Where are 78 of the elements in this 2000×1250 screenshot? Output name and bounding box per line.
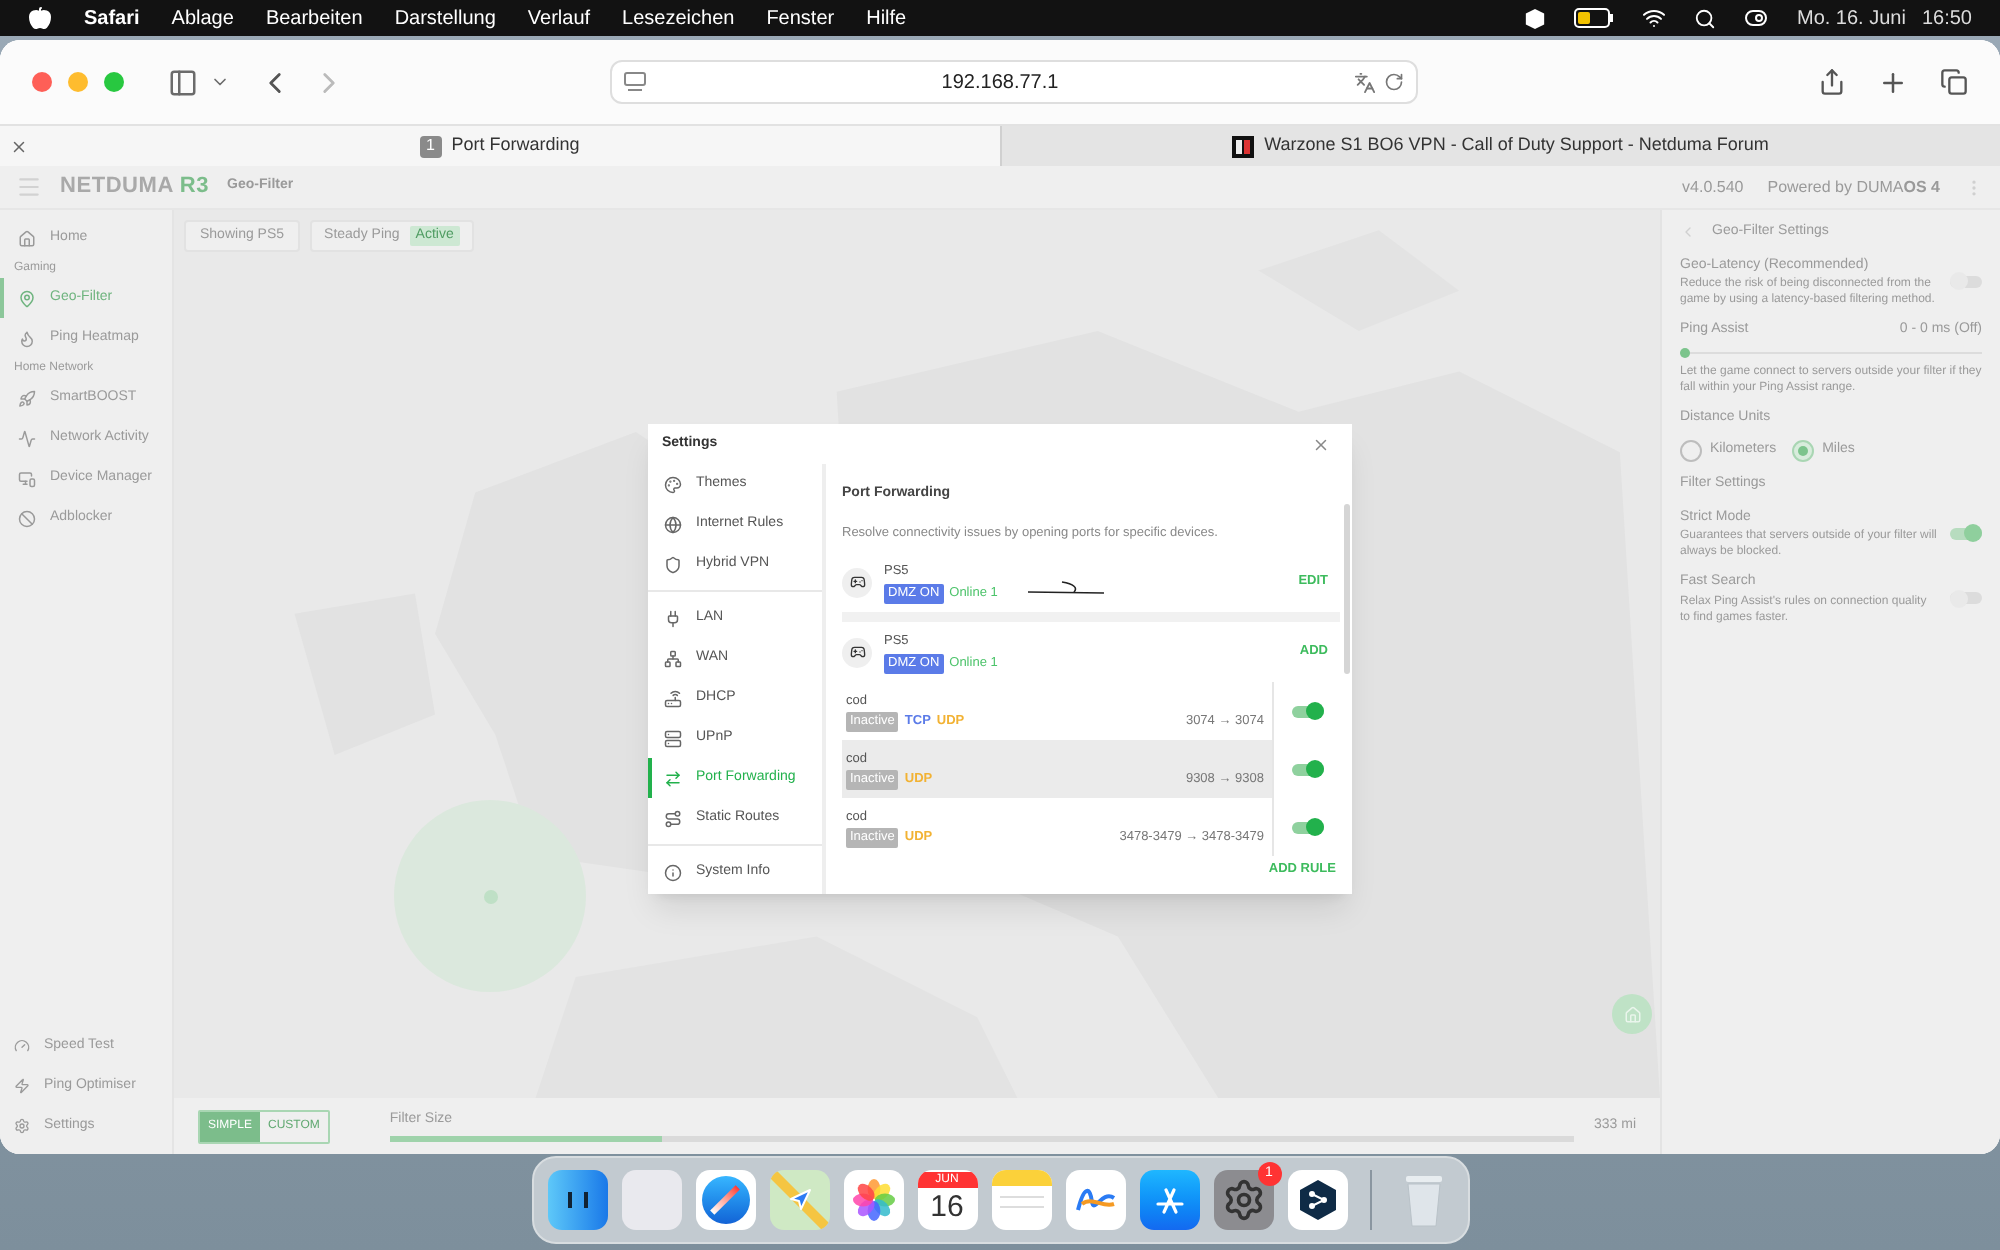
browser-tab[interactable]: 1 Port Forwarding	[0, 126, 999, 166]
deepl-icon[interactable]	[1287, 1170, 1347, 1230]
tab-title: Port Forwarding	[451, 132, 580, 159]
minimize-window-button[interactable]	[68, 72, 88, 92]
radio-button[interactable]	[1680, 440, 1702, 462]
menu-time[interactable]: 16:50	[1921, 3, 1972, 33]
plug-icon	[664, 609, 682, 627]
rocket-icon	[18, 389, 36, 407]
close-window-button[interactable]	[32, 72, 52, 92]
flame-icon	[18, 329, 36, 347]
radio-button[interactable]	[1792, 440, 1815, 462]
control-center-icon[interactable]	[1744, 6, 1769, 30]
address-text: 192.168.77.1	[939, 69, 1061, 97]
browser-tab[interactable]: Warzone S1 BO6 VPN - Call of Duty Support - Netduma Forum	[999, 126, 2000, 166]
translate-icon[interactable]	[1354, 71, 1376, 93]
app-store-icon[interactable]	[1139, 1170, 1199, 1230]
network-icon	[664, 649, 682, 667]
version-text: v4.0.540	[1682, 175, 1744, 199]
menu-item[interactable]: Ablage	[171, 3, 234, 33]
apple-icon[interactable]	[28, 6, 52, 30]
notes-icon[interactable]	[991, 1170, 1051, 1230]
new-tab-icon[interactable]	[1878, 67, 1908, 97]
toggle-switch[interactable]	[1291, 705, 1323, 718]
menu-item[interactable]: Bearbeiten	[265, 3, 363, 33]
address-field[interactable]: 192.168.77.1	[610, 60, 1418, 104]
cube-icon[interactable]	[1524, 7, 1547, 29]
zoom-window-button[interactable]	[104, 72, 124, 92]
safari-icon[interactable]	[695, 1170, 755, 1230]
arrows-icon	[664, 769, 682, 787]
powered-by-text: Powered by DUMAOS 4	[1767, 175, 1940, 199]
menu-item[interactable]: Lesezeichen	[622, 3, 735, 33]
menu-item[interactable]: Fenster	[766, 3, 835, 33]
gamepad-icon	[849, 574, 865, 591]
dock-separator	[1369, 1170, 1371, 1230]
toggle-switch[interactable]	[1291, 763, 1323, 776]
info-icon	[664, 863, 682, 881]
map-pin-icon	[18, 289, 36, 307]
photos-icon[interactable]	[843, 1170, 903, 1230]
menu-item[interactable]: Darstellung	[394, 3, 496, 33]
palette-icon	[664, 475, 682, 493]
close-tab-icon[interactable]	[10, 137, 28, 155]
finder-icon[interactable]	[547, 1170, 607, 1230]
toggle-switch[interactable]	[1950, 527, 1982, 540]
menu-item[interactable]: Hilfe	[866, 3, 907, 33]
bolt-icon	[14, 1078, 30, 1094]
ping-assist-slider[interactable]	[1680, 347, 1982, 357]
tab-favicon: 1	[419, 135, 442, 157]
route-icon	[664, 809, 682, 827]
gauge-icon	[14, 1038, 30, 1054]
app-logo: NETDUMA R3	[60, 172, 210, 203]
freeform-icon[interactable]	[1065, 1170, 1125, 1230]
server-icon	[664, 729, 682, 747]
favicon-icon	[1232, 135, 1255, 157]
scrollbar[interactable]	[1344, 504, 1350, 674]
toggle-switch[interactable]	[1291, 821, 1323, 834]
home-icon	[1623, 1005, 1641, 1023]
tabs-overview-icon[interactable]	[1940, 67, 1968, 95]
home-icon	[18, 229, 36, 247]
tab-title: Warzone S1 BO6 VPN - Call of Duty Support - Netduma Forum	[1264, 132, 1769, 159]
settings-icon	[14, 1118, 30, 1134]
share-icon[interactable]	[1818, 67, 1846, 95]
search-icon[interactable]	[1694, 7, 1717, 29]
block-icon	[18, 509, 36, 527]
maps-icon[interactable]	[769, 1170, 829, 1230]
close-icon[interactable]	[1312, 435, 1330, 453]
reload-icon[interactable]	[1384, 72, 1404, 92]
menu-item[interactable]: Verlauf	[527, 3, 591, 33]
activity-icon	[18, 429, 36, 447]
menu-date[interactable]: Mo. 16. Juni	[1796, 3, 1906, 33]
menu-app-name[interactable]: Safari	[84, 3, 140, 33]
gamepad-icon	[849, 644, 865, 661]
battery-icon[interactable]	[1574, 8, 1615, 28]
devices-icon	[18, 469, 36, 487]
shield-icon	[664, 555, 682, 573]
globe-icon	[664, 515, 682, 533]
router-icon	[664, 689, 682, 707]
sidebar-icon[interactable]	[168, 67, 198, 97]
page-icon	[624, 72, 646, 92]
